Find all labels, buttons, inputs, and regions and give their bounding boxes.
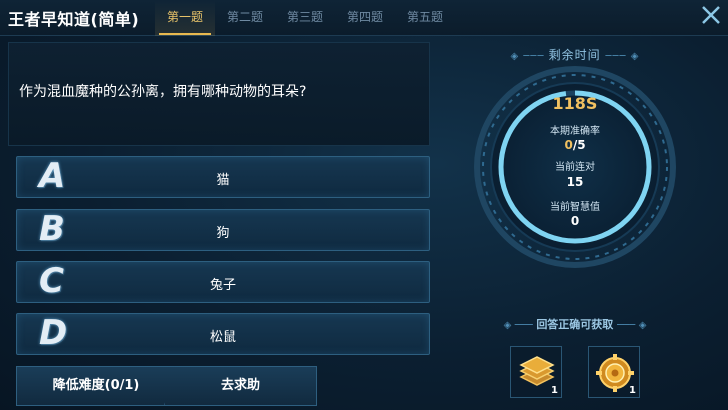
tab-question-3[interactable]: 第三题 xyxy=(275,0,335,36)
reward-count: 1 xyxy=(629,385,636,396)
timer-remaining: 118S xyxy=(552,94,598,113)
close-button[interactable] xyxy=(698,4,724,30)
timer-header: ◈ ─── 剩余时间 ─── ◈ xyxy=(470,46,680,63)
option-b[interactable]: B 狗 xyxy=(16,209,430,251)
tab-question-2[interactable]: 第二题 xyxy=(215,0,275,36)
wisdom-label: 当前智慧值 xyxy=(550,202,600,213)
option-text: 兔子 xyxy=(209,278,236,293)
reward-label: 回答正确可获取 xyxy=(536,318,614,331)
tab-question-1[interactable]: 第一题 xyxy=(155,0,215,36)
question-panel: 作为混血魔种的公孙离，拥有哪种动物的耳朵? xyxy=(8,42,430,146)
option-d[interactable]: D 松鼠 xyxy=(16,313,430,355)
accuracy-total: /5 xyxy=(572,138,586,152)
option-text: 猫 xyxy=(216,173,230,188)
diamond-icon: ─── ◈ xyxy=(617,320,647,331)
diamond-icon: ◈ ─── xyxy=(510,51,549,62)
page-title: 王者早知道(简单) xyxy=(8,10,140,29)
question-text: 作为混血魔种的公孙离，拥有哪种动物的耳朵? xyxy=(19,84,307,100)
status-panel: ◈ ─── 剩余时间 ─── ◈ 118S 本期准确率 0/5 当前连对 15 … xyxy=(470,36,700,410)
timer-label: 剩余时间 xyxy=(548,48,601,62)
option-a[interactable]: A 猫 xyxy=(16,156,430,198)
accuracy-label: 本期准确率 xyxy=(550,126,600,137)
accuracy-value: 0/5 xyxy=(470,138,680,152)
tab-question-4[interactable]: 第四题 xyxy=(335,0,395,36)
reward-header: ◈ ─── 回答正确可获取 ─── ◈ xyxy=(470,316,680,332)
option-text: 狗 xyxy=(216,226,230,241)
reward-count: 1 xyxy=(551,385,558,396)
close-icon xyxy=(702,6,720,24)
reward-item-stack[interactable]: 1 xyxy=(510,346,562,398)
diamond-icon: ─── ◈ xyxy=(605,51,640,62)
question-tabs: 第一题 第二题 第三题 第四题 第五题 xyxy=(155,0,455,36)
streak-label: 当前连对 xyxy=(555,162,595,173)
diamond-icon: ◈ ─── xyxy=(503,320,537,331)
wisdom-value: 0 xyxy=(570,214,580,228)
accuracy-correct: 0 xyxy=(564,138,573,152)
streak-value: 15 xyxy=(566,175,584,189)
option-text: 松鼠 xyxy=(209,330,236,345)
tab-question-5[interactable]: 第五题 xyxy=(395,0,455,36)
reward-item-coin[interactable]: 1 xyxy=(588,346,640,398)
top-bar: 王者早知道(简单) 第一题 第二题 第三题 第四题 第五题 xyxy=(0,0,728,36)
lower-difficulty-button[interactable]: 降低难度(0/1) xyxy=(16,366,176,406)
option-c[interactable]: C 兔子 xyxy=(16,261,430,303)
ask-help-button[interactable]: 去求助 xyxy=(164,366,317,406)
